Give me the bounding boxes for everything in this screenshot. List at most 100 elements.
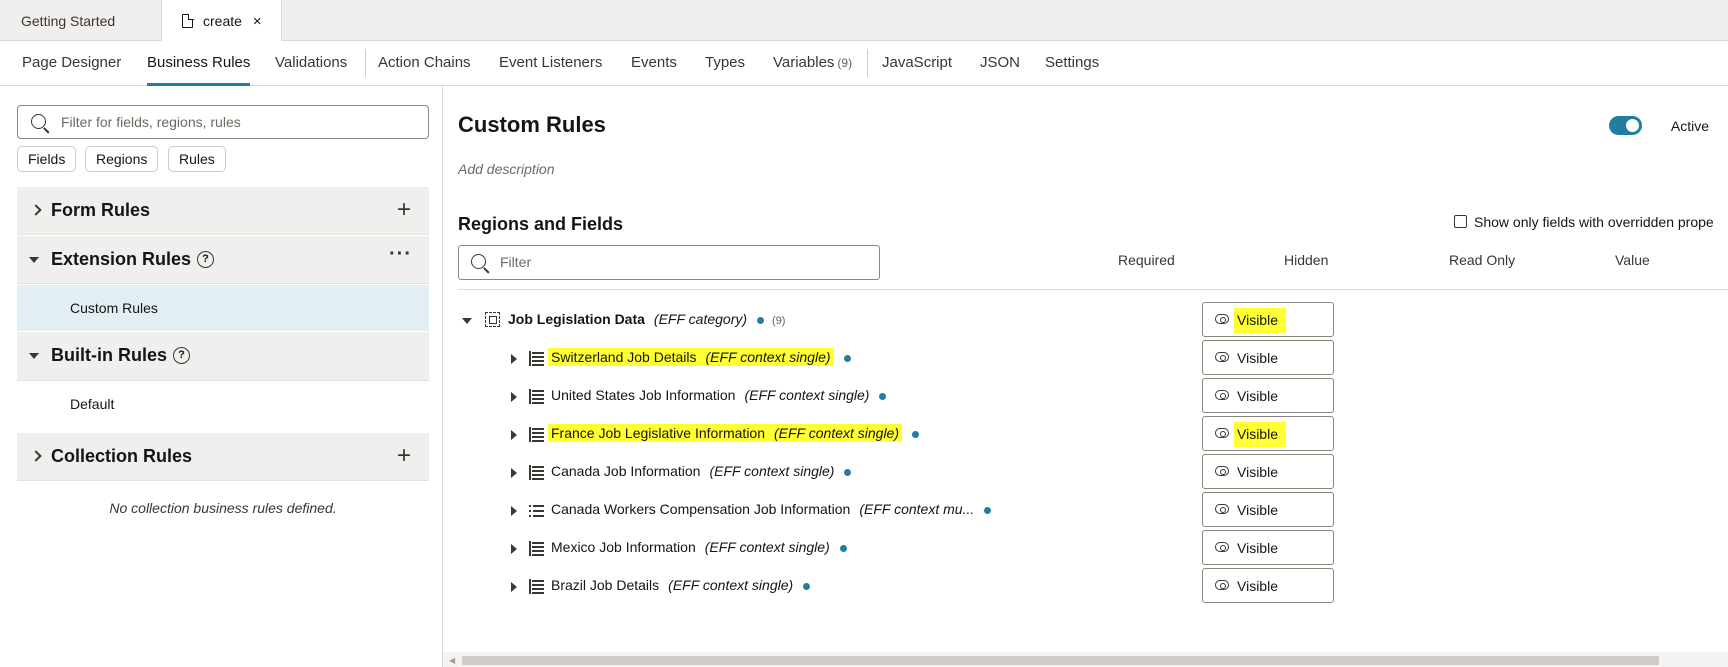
context-list-icon bbox=[529, 465, 544, 480]
status-dot bbox=[803, 582, 811, 590]
table-row[interactable]: Mexico Job Information (EFF context singl… bbox=[458, 529, 1728, 567]
row-label: Canada Workers Compensation Job Informat… bbox=[551, 501, 992, 517]
section-title: Collection Rules bbox=[51, 446, 193, 466]
add-description-link[interactable]: Add description bbox=[458, 161, 555, 177]
section-title: Built-in Rules bbox=[51, 345, 167, 365]
table-row[interactable]: Brazil Job Details (EFF context single) Vi… bbox=[458, 567, 1728, 605]
eye-icon bbox=[1215, 504, 1229, 514]
scroll-left-icon[interactable]: ◀ bbox=[449, 656, 455, 665]
rules-sidebar: Filter for fields, regions, rules Fields… bbox=[0, 86, 443, 667]
row-text: Brazil Job Details (EFF context single) bbox=[551, 577, 793, 593]
tab-variables[interactable]: Variables (9) bbox=[773, 41, 852, 86]
add-form-rule-icon[interactable]: + bbox=[397, 198, 411, 222]
status-dot bbox=[984, 506, 992, 514]
eye-icon bbox=[1215, 314, 1229, 324]
table-row[interactable]: Job Legislation Data (EFF category) (9) Vi… bbox=[458, 301, 1728, 339]
hidden-visible-button[interactable]: Visible bbox=[1202, 530, 1334, 565]
table-row[interactable]: Canada Job Information (EFF context singl… bbox=[458, 453, 1728, 491]
caret-right-icon[interactable] bbox=[511, 544, 517, 554]
horizontal-scrollbar[interactable]: ◀ bbox=[443, 652, 1728, 667]
section-title: Extension Rules bbox=[51, 249, 192, 269]
filter-chip-rules[interactable]: Rules bbox=[168, 146, 226, 172]
status-dot bbox=[843, 354, 851, 362]
section-collection-rules[interactable]: Collection Rules + bbox=[17, 433, 429, 481]
section-built-in-rules[interactable]: Built-in Rules? bbox=[17, 332, 429, 381]
row-label: United States Job Information (EFF contex… bbox=[551, 387, 887, 403]
close-icon[interactable]: × bbox=[253, 13, 262, 30]
caret-right-icon[interactable] bbox=[511, 506, 517, 516]
context-list-icon bbox=[529, 579, 544, 594]
filter-chip-regions[interactable]: Regions bbox=[85, 146, 159, 172]
hidden-visible-button[interactable]: Visible bbox=[1202, 416, 1334, 451]
status-dot bbox=[912, 430, 920, 438]
tab-settings[interactable]: Settings bbox=[1045, 41, 1099, 86]
tab-events[interactable]: Events bbox=[631, 41, 677, 86]
document-icon bbox=[182, 13, 194, 28]
eye-icon bbox=[1215, 580, 1229, 590]
tab-page-designer[interactable]: Page Designer bbox=[22, 41, 121, 86]
table-row[interactable]: United States Job Information (EFF contex… bbox=[458, 377, 1728, 415]
tab-event-listeners[interactable]: Event Listeners bbox=[499, 41, 602, 86]
tab-action-chains[interactable]: Action Chains bbox=[378, 41, 471, 86]
help-icon[interactable]: ? bbox=[173, 347, 190, 364]
scroll-thumb[interactable] bbox=[462, 656, 1659, 665]
row-text: Canada Workers Compensation Job Informat… bbox=[551, 501, 974, 517]
more-options-icon[interactable]: ··· bbox=[389, 243, 412, 266]
section-form-rules[interactable]: Form Rules + bbox=[17, 187, 429, 235]
caret-right-icon[interactable] bbox=[511, 430, 517, 440]
row-label: Canada Job Information (EFF context singl… bbox=[551, 463, 852, 479]
tab-javascript[interactable]: JavaScript bbox=[882, 41, 952, 86]
caret-down-icon[interactable] bbox=[462, 318, 472, 324]
eye-icon bbox=[1215, 428, 1229, 438]
category-icon bbox=[485, 312, 500, 327]
caret-right-icon[interactable] bbox=[511, 582, 517, 592]
help-icon[interactable]: ? bbox=[197, 251, 215, 268]
tab-business-rules[interactable]: Business Rules bbox=[147, 41, 251, 86]
caret-right-icon[interactable] bbox=[511, 468, 517, 478]
table-row[interactable]: Switzerland Job Details (EFF context sing… bbox=[458, 339, 1728, 377]
section-extension-rules[interactable]: Extension Rules? ··· bbox=[17, 236, 429, 284]
show-overridden-label: Show only fields with overridden prope bbox=[1474, 214, 1714, 230]
hidden-visible-button[interactable]: Visible bbox=[1202, 378, 1334, 413]
table-row[interactable]: France Job Legislative Information (EFF c… bbox=[458, 415, 1728, 453]
hidden-visible-button[interactable]: Visible bbox=[1202, 340, 1334, 375]
hidden-visible-button[interactable]: Visible bbox=[1202, 568, 1334, 603]
column-header-value: Value bbox=[1615, 252, 1650, 268]
visible-label: Visible bbox=[1237, 540, 1278, 556]
caret-right-icon[interactable] bbox=[511, 392, 517, 402]
row-type: (EFF context single) bbox=[704, 539, 830, 555]
visible-label: Visible bbox=[1237, 502, 1278, 518]
table-row[interactable]: Canada Workers Compensation Job Informat… bbox=[458, 491, 1728, 529]
hidden-visible-button[interactable]: Visible bbox=[1202, 454, 1334, 489]
active-toggle[interactable] bbox=[1609, 116, 1642, 135]
hidden-visible-button[interactable]: Visible bbox=[1202, 302, 1334, 337]
caret-right-icon[interactable] bbox=[511, 354, 517, 364]
visible-label: Visible bbox=[1234, 422, 1286, 447]
filter-chip-fields[interactable]: Fields bbox=[17, 146, 77, 172]
show-overridden-checkbox[interactable] bbox=[1454, 215, 1467, 228]
file-tab-bar: Getting Started create × bbox=[0, 0, 1728, 42]
rule-item-custom-rules[interactable]: Custom Rules bbox=[17, 285, 429, 331]
tab-getting-started[interactable]: Getting Started bbox=[0, 0, 162, 41]
header-divider bbox=[458, 289, 1728, 290]
row-count: (9) bbox=[772, 315, 786, 327]
list-icon bbox=[529, 503, 544, 518]
row-type: (EFF context mu... bbox=[859, 501, 975, 517]
hidden-visible-button[interactable]: Visible bbox=[1202, 492, 1334, 527]
rule-item-default[interactable]: Default bbox=[17, 381, 429, 427]
tab-types[interactable]: Types bbox=[705, 41, 745, 86]
fields-filter-input[interactable]: Filter bbox=[458, 245, 880, 280]
search-icon bbox=[471, 254, 486, 269]
tab-validations[interactable]: Validations bbox=[275, 41, 347, 86]
column-header-required: Required bbox=[1118, 252, 1175, 268]
nav-divider bbox=[867, 49, 868, 77]
add-collection-rule-icon[interactable]: + bbox=[397, 444, 411, 468]
row-type: (EFF context single) bbox=[668, 577, 794, 593]
filter-placeholder: Filter bbox=[500, 254, 532, 270]
row-name: France Job Legislative Information bbox=[551, 425, 765, 441]
rules-search-input[interactable]: Filter for fields, regions, rules bbox=[17, 105, 429, 139]
tab-create[interactable]: create × bbox=[162, 0, 282, 42]
row-text: France Job Legislative Information (EFF c… bbox=[548, 424, 903, 442]
tab-json[interactable]: JSON bbox=[980, 41, 1020, 86]
tab-variables-label: Variables bbox=[773, 54, 835, 71]
